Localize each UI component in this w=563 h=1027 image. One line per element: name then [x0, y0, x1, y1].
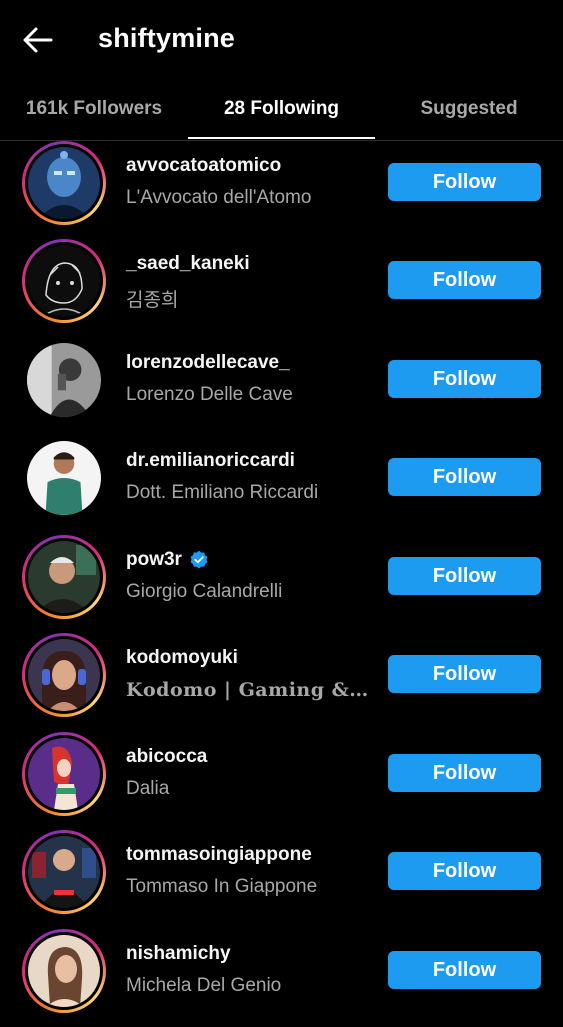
username-link[interactable]: _saed_kaneki: [126, 253, 250, 275]
username-link[interactable]: tommasoingiappone: [126, 844, 312, 866]
full-name: Dott. Emiliano Riccardi: [126, 482, 319, 503]
follow-button[interactable]: Follow: [388, 951, 541, 989]
full-name: Lorenzo Delle Cave: [126, 384, 293, 405]
avatar[interactable]: [22, 830, 106, 914]
tab-followers[interactable]: 161k Followers: [0, 78, 188, 140]
avatar[interactable]: [22, 633, 106, 717]
avatar[interactable]: [22, 338, 106, 422]
avatar[interactable]: [22, 732, 106, 816]
username-link[interactable]: lorenzodellecave_: [126, 352, 290, 374]
username-link[interactable]: dr.emilianoriccardi: [126, 450, 295, 472]
username-link[interactable]: abicocca: [126, 746, 207, 768]
follow-tabs: 161k Followers 28 Following Suggested: [0, 78, 563, 141]
list-item: lorenzodellecave_ Lorenzo Delle Cave Fol…: [0, 338, 563, 436]
follow-button[interactable]: Follow: [388, 655, 541, 693]
full-name: Michela Del Genio: [126, 975, 282, 996]
follow-button[interactable]: Follow: [388, 458, 541, 496]
avatar[interactable]: [22, 929, 106, 1013]
username-link[interactable]: avvocatoatomico: [126, 155, 281, 177]
back-button[interactable]: [18, 20, 58, 60]
full-name: Dalia: [126, 778, 170, 799]
avatar[interactable]: [22, 436, 106, 520]
list-item: pow3r Giorgio Calandrelli Follow: [0, 535, 563, 633]
full-name: L'Avvocato dell'Atomo: [126, 187, 312, 208]
full-name: Tommaso In Giappone: [126, 876, 318, 897]
full-name: Giorgio Calandrelli: [126, 581, 283, 602]
tab-following[interactable]: 28 Following: [188, 78, 375, 140]
username-link[interactable]: kodomoyuki: [126, 647, 238, 669]
avatar[interactable]: [22, 141, 106, 225]
follow-button[interactable]: Follow: [388, 261, 541, 299]
list-item: kodomoyuki 𝐊𝐨𝐝𝐨𝐦𝐨 | 𝐆𝐚𝐦𝐢𝐧𝐠 & V... Follow: [0, 633, 563, 731]
username-link[interactable]: nishamichy: [126, 943, 231, 965]
arrow-left-icon: [23, 27, 53, 53]
list-item: dr.emilianoriccardi Dott. Emiliano Ricca…: [0, 436, 563, 534]
full-name: 𝐊𝐨𝐝𝐨𝐦𝐨 | 𝐆𝐚𝐦𝐢𝐧𝐠 & V...: [126, 679, 371, 701]
full-name: 김종희: [126, 290, 179, 311]
avatar[interactable]: [22, 535, 106, 619]
follow-button[interactable]: Follow: [388, 852, 541, 890]
verified-badge-icon: [189, 550, 209, 570]
username-link[interactable]: pow3r: [126, 549, 209, 571]
follow-button[interactable]: Follow: [388, 163, 541, 201]
list-item: _saed_kaneki 김종희 Follow: [0, 239, 563, 337]
active-tab-indicator: [188, 137, 375, 139]
follow-button[interactable]: Follow: [388, 557, 541, 595]
list-item: avvocatoatomico L'Avvocato dell'Atomo Fo…: [0, 141, 563, 239]
top-bar: shiftymine: [0, 0, 563, 76]
list-item: nishamichy Michela Del Genio Follow: [0, 929, 563, 1027]
tab-suggested[interactable]: Suggested: [375, 78, 563, 140]
profile-username-title: shiftymine: [98, 23, 236, 53]
avatar[interactable]: [22, 239, 106, 323]
list-item: abicocca Dalia Follow: [0, 732, 563, 830]
follow-button[interactable]: Follow: [388, 360, 541, 398]
list-item: tommasoingiappone Tommaso In Giappone Fo…: [0, 830, 563, 928]
follow-button[interactable]: Follow: [388, 754, 541, 792]
